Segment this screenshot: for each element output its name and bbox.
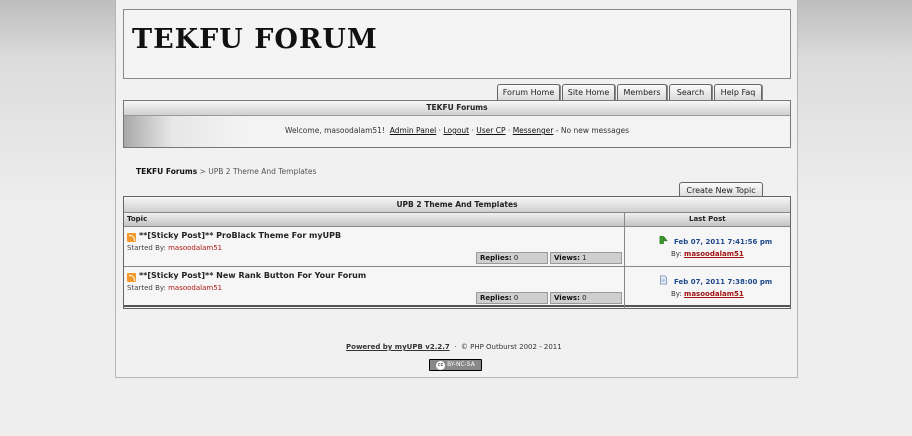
logout-link[interactable]: Logout [443,126,469,135]
document-icon[interactable] [659,275,668,285]
tab-members[interactable]: Members [617,84,667,101]
table-header: Topic Last Post [124,213,790,227]
views-value: 1 [582,254,587,262]
tab-help-faq[interactable]: Help Faq [714,84,762,101]
replies-count: Replies: 0 [476,252,548,264]
cc-logo-icon: cc [436,361,446,370]
welcome-panel: TEKFU Forums Welcome, masoodalam51! Admi… [123,100,791,148]
topic-starter: Started By: masoodalam51 [127,244,222,252]
last-post-by: By: masoodalam51 [671,250,744,258]
user-cp-link[interactable]: User CP [476,126,505,135]
replies-label: Replies: [480,294,512,302]
messages-status: No new messages [560,126,629,135]
replies-label: Replies: [480,254,512,262]
started-label: Started By: [127,244,166,252]
license-text: BY-NC-SA [447,361,475,368]
forum-header: TEKFU FORUM [123,9,791,79]
forum-title: UPB 2 Theme And Templates [124,197,790,213]
topic-title[interactable]: **[Sticky Post]** ProBlack Theme For myU… [139,231,341,240]
powered-by-link[interactable]: Powered by myUPB v2.2.7 [346,343,450,351]
last-post-date[interactable]: Feb 07, 2011 7:38:00 pm [674,278,772,286]
col-last-post: Last Post [689,215,726,223]
welcome-text: Welcome, masoodalam51! [285,126,385,135]
breadcrumb-root[interactable]: TEKFU Forums [136,167,197,176]
welcome-panel-body: Welcome, masoodalam51! Admin Panel · Log… [124,116,790,147]
by-label: By: [671,290,682,298]
col-topic: Topic [127,215,148,223]
tab-search[interactable]: Search [669,84,712,101]
copyright-text: © PHP Outburst 2002 - 2011 [460,343,562,351]
tab-site-home[interactable]: Site Home [562,84,615,101]
topic-author[interactable]: masoodalam51 [168,244,222,252]
cc-license-badge[interactable]: cc BY-NC-SA [429,359,482,371]
breadcrumb-separator: > [199,167,206,176]
column-divider [624,213,625,309]
tab-forum-home[interactable]: Forum Home [497,84,560,101]
views-count: Views: 0 [550,292,622,304]
forum-logo[interactable]: TEKFU FORUM [132,24,378,55]
footer: Powered by myUPB v2.2.7 · © PHP Outburst… [346,343,562,351]
views-label: Views: [554,254,580,262]
replies-count: Replies: 0 [476,292,548,304]
replies-value: 0 [513,294,519,302]
messenger-link[interactable]: Messenger [513,126,554,135]
welcome-panel-title: TEKFU Forums [124,101,790,116]
breadcrumb: TEKFU Forums > UPB 2 Theme And Templates [136,167,316,176]
started-label: Started By: [127,284,166,292]
last-post-date[interactable]: Feb 07, 2011 7:41:56 pm [674,238,772,246]
rss-icon[interactable] [127,233,136,242]
views-label: Views: [554,294,580,302]
admin-panel-link[interactable]: Admin Panel [390,126,437,135]
rss-icon[interactable] [127,273,136,282]
last-post-user[interactable]: masoodalam51 [684,290,744,298]
table-row: **[Sticky Post]** New Rank Button For Yo… [124,267,790,307]
topic-title[interactable]: **[Sticky Post]** New Rank Button For Yo… [139,271,366,280]
breadcrumb-current: UPB 2 Theme And Templates [208,167,317,176]
by-label: By: [671,250,682,258]
last-post-user[interactable]: masoodalam51 [684,250,744,258]
page-container: TEKFU FORUM Forum Home Site Home Members… [115,0,798,378]
views-value: 0 [582,294,587,302]
topic-author[interactable]: masoodalam51 [168,284,222,292]
last-post-by: By: masoodalam51 [671,290,744,298]
table-row: **[Sticky Post]** ProBlack Theme For myU… [124,227,790,267]
views-count: Views: 1 [550,252,622,264]
topic-table: UPB 2 Theme And Templates Topic Last Pos… [123,196,791,309]
replies-value: 0 [513,254,519,262]
new-post-arrow-icon[interactable] [659,235,668,245]
topic-starter: Started By: masoodalam51 [127,284,222,292]
